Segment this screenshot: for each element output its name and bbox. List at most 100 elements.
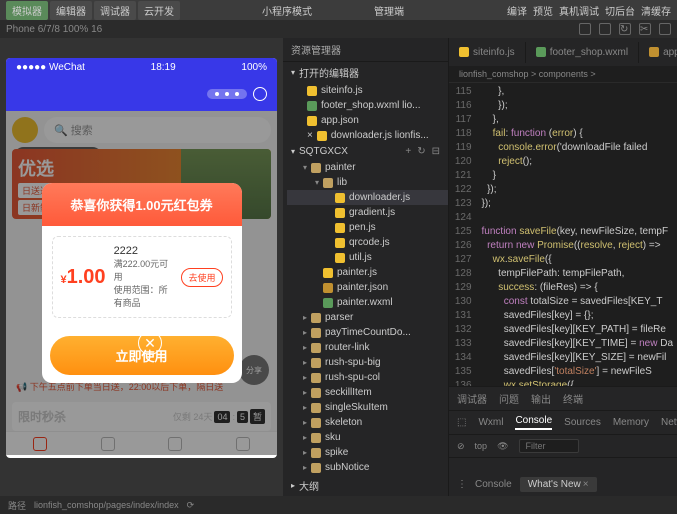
folder-item[interactable]: singleSkuItem [287,400,448,415]
open-editor-item[interactable]: siteinfo.js [283,83,448,98]
folder-icon [311,163,321,173]
path-label[interactable]: lionfish_comshop/pages/index/index [34,500,179,510]
file-item[interactable]: downloader.js [287,190,448,205]
dt-debugger[interactable]: 调试器 [457,391,487,406]
bottom-whatsnew[interactable]: What's New× [520,477,597,492]
folder-item[interactable]: painter [287,160,448,175]
tb-debugger[interactable]: 调试器 [94,1,136,20]
context-select[interactable]: top [475,441,488,451]
branch-label[interactable]: 路径 [8,499,26,512]
eye-icon[interactable]: 👁 [497,441,508,452]
dt-problems[interactable]: 问题 [499,391,519,406]
modal-title: 恭喜你获得1.00元红包券 [42,183,242,226]
project-section[interactable]: SQTGXCX +↻⊟ [283,143,448,160]
dt-wxml[interactable]: Wxml [478,417,503,428]
coupon-card: ¥1.00 2222 满222.00元可用 使用范围：所有商品 去使用 [52,236,232,318]
bottom-console[interactable]: Console [475,479,512,490]
device-label[interactable]: Phone 6/7/8 100% 16 [6,24,102,35]
tab-footer-shop[interactable]: footer_shop.wxml [526,42,639,63]
dock-icon[interactable] [599,23,611,35]
dt-sources[interactable]: Sources [564,417,601,428]
folder-item[interactable]: rush-spu-big [287,355,448,370]
inspect-icon[interactable]: ⬚ [457,417,466,428]
eye-icon[interactable] [659,23,671,35]
folder-item[interactable]: seckillItem [287,385,448,400]
dt-network[interactable]: Network [661,417,677,428]
tb-editor[interactable]: 编辑器 [50,1,92,20]
modal-overlay[interactable]: 恭喜你获得1.00元红包券 ¥1.00 2222 满222.00元可用 使用范围… [6,111,277,455]
coupon-price: ¥1.00 [61,266,106,289]
tb-bg[interactable]: 切后台 [605,3,635,18]
folder-icon [311,313,321,323]
tab-siteinfo[interactable]: siteinfo.js [449,42,526,63]
capsule-button[interactable] [207,89,247,99]
folder-icon [311,358,321,368]
close-icon[interactable]: × [583,479,589,490]
dt-memory[interactable]: Memory [613,417,649,428]
file-item[interactable]: util.js [287,250,448,265]
devtools-panel: 调试器 问题 输出 终端 ⬚ Wxml Console Sources Memo… [449,386,677,496]
file-item[interactable]: painter.js [287,265,448,280]
time-label: 18:19 [151,62,176,73]
folder-item[interactable]: lib [287,175,448,190]
rotate-icon[interactable] [579,23,591,35]
tb-preview[interactable]: 预览 [533,3,553,18]
open-editor-item[interactable]: footer_shop.wxml lio... [283,98,448,113]
new-file-icon[interactable]: + [405,146,411,157]
folder-icon [311,343,321,353]
tab-app[interactable]: app... [639,42,677,63]
reload-icon[interactable]: ↻ [619,23,631,35]
phone-frame: ●●●●● WeChat 18:19 100% 🔍 搜索 A·凌乱刚刚下单啦 优… [6,58,277,458]
collapse-icon[interactable]: ⊟ [432,146,440,157]
tb-remote[interactable]: 真机调试 [559,3,599,18]
folder-item[interactable]: parser [287,310,448,325]
dt-terminal[interactable]: 终端 [563,391,583,406]
console-drawer-icon[interactable]: ⋮ [457,479,467,490]
file-item[interactable]: gradient.js [287,205,448,220]
capsule-close-icon[interactable] [253,87,267,101]
open-editor-item[interactable]: app.json [283,113,448,128]
folder-icon [311,463,321,473]
sync-icon[interactable]: ⟳ [187,500,195,511]
folder-item[interactable]: rush-spu-col [287,370,448,385]
clear-console-icon[interactable]: ⊘ [457,441,465,452]
tb-compile[interactable]: 编译 [507,3,527,18]
tb-clear[interactable]: 清缓存 [641,3,671,18]
refresh-icon[interactable]: ↻ [417,146,425,157]
phone-navbar [6,77,277,111]
battery-label: 100% [241,62,267,73]
explorer-title: 资源管理器 [283,38,448,62]
file-item[interactable]: qrcode.js [287,235,448,250]
folder-item[interactable]: payTimeCountDo... [287,325,448,340]
filter-input[interactable] [519,439,579,453]
folder-icon [311,388,321,398]
code-editor[interactable]: 115 116 117 118 119 120 121 122 123 124 … [449,83,677,386]
outline-section[interactable]: 大纲 [283,475,448,496]
modal-close-icon[interactable]: ✕ [138,331,162,355]
folder-item[interactable]: subNotice [287,460,448,475]
dt-output[interactable]: 输出 [531,391,551,406]
folder-icon [311,373,321,383]
wxml-icon [536,47,546,57]
breadcrumb[interactable]: lionfish_comshop > components > [449,66,677,83]
open-editors-section[interactable]: 打开的编辑器 [283,62,448,83]
file-item[interactable]: pen.js [287,220,448,235]
folder-item[interactable]: router-link [287,340,448,355]
folder-item[interactable]: spike [287,445,448,460]
dt-console[interactable]: Console [515,415,552,430]
js-icon [335,253,345,263]
folder-item[interactable]: sku [287,430,448,445]
use-coupon-button[interactable]: 去使用 [181,268,222,287]
folder-item[interactable]: skeleton [287,415,448,430]
tb-simulator[interactable]: 模拟器 [6,1,48,20]
code-lines[interactable]: }, }); }, fail: function (error) { conso… [478,83,677,386]
js-icon [335,238,345,248]
file-icon [317,131,327,141]
file-item[interactable]: painter.wxml [287,295,448,310]
open-editor-item[interactable]: × downloader.js lionfis... [283,128,448,143]
cut-icon[interactable]: ✂ [639,23,651,35]
tb-cloud[interactable]: 云开发 [138,1,180,20]
file-item[interactable]: painter.json [287,280,448,295]
mode-select[interactable]: 小程序模式 [262,3,312,18]
admin-select[interactable]: 管理端 [374,3,404,18]
